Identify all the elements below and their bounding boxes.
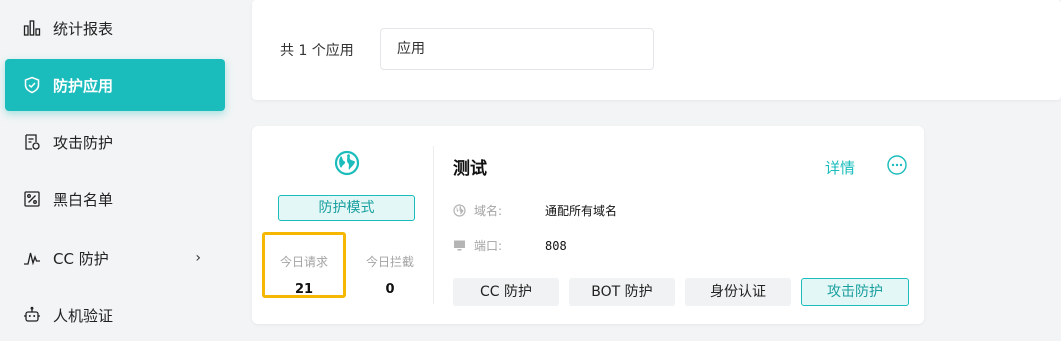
- app-name: 测试: [453, 159, 487, 179]
- globe-small-icon: [453, 204, 466, 217]
- sidebar-item-label: CC 防护: [53, 249, 109, 268]
- port-label: 端口:: [474, 239, 503, 253]
- port-row: 端口: 808: [453, 237, 567, 254]
- today-blocked-value: 0: [385, 282, 395, 297]
- details-link[interactable]: 详情: [825, 157, 855, 178]
- today-blocked-stat: 今日拦截 0: [350, 253, 430, 297]
- shield-icon: [23, 76, 41, 94]
- sidebar-item-attack-protection[interactable]: 攻击防护: [5, 116, 225, 168]
- sidebar: 统计报表 防护应用 攻击防护 黑白名单 CC 防护 › 人机验证: [0, 0, 232, 337]
- sidebar-item-black-white-list[interactable]: 黑白名单: [5, 173, 225, 225]
- attack-protection-button[interactable]: 攻击防护: [801, 278, 909, 306]
- sidebar-item-label: 攻击防护: [53, 133, 114, 152]
- bot-protection-button[interactable]: BOT 防护: [569, 278, 675, 306]
- chevron-right-icon: ›: [195, 250, 201, 266]
- app-count-text: 共 1 个应用: [280, 43, 354, 59]
- sidebar-item-cc-protection[interactable]: CC 防护 ›: [5, 232, 225, 284]
- port-value: 808: [545, 238, 567, 253]
- globe-icon: [334, 150, 360, 176]
- percent-list-icon: [23, 190, 41, 208]
- sidebar-item-protected-apps[interactable]: 防护应用: [5, 59, 225, 111]
- card-divider: [433, 146, 434, 304]
- domain-label: 域名:: [474, 204, 503, 218]
- bar-chart-icon: [23, 19, 41, 37]
- pulse-icon: [23, 249, 41, 267]
- app-card: 防护模式 今日请求 21 今日拦截 0 测试 详情 域名: 通配所有域名 端口:…: [252, 126, 924, 324]
- app-search-input[interactable]: [380, 28, 654, 70]
- robot-icon: [23, 306, 41, 324]
- sidebar-item-label: 防护应用: [53, 76, 114, 95]
- sidebar-item-label: 人机验证: [53, 306, 114, 325]
- protection-mode-button[interactable]: 防护模式: [278, 195, 415, 221]
- sidebar-item-stats-report[interactable]: 统计报表: [5, 2, 225, 54]
- domain-value: 通配所有域名: [545, 204, 618, 218]
- more-icon[interactable]: [887, 155, 907, 175]
- highlight-box: [262, 232, 346, 298]
- sidebar-item-label: 黑白名单: [53, 190, 114, 209]
- monitor-icon: [453, 239, 466, 252]
- sidebar-item-label: 统计报表: [53, 19, 114, 38]
- domain-row: 域名: 通配所有域名: [453, 202, 617, 219]
- document-check-icon: [23, 133, 41, 151]
- identity-auth-button[interactable]: 身份认证: [685, 278, 791, 306]
- filter-panel: 共 1 个应用: [252, 0, 1061, 100]
- today-blocked-label: 今日拦截: [365, 255, 414, 269]
- cc-protection-button[interactable]: CC 防护: [453, 278, 559, 306]
- sidebar-item-captcha[interactable]: 人机验证: [5, 289, 225, 341]
